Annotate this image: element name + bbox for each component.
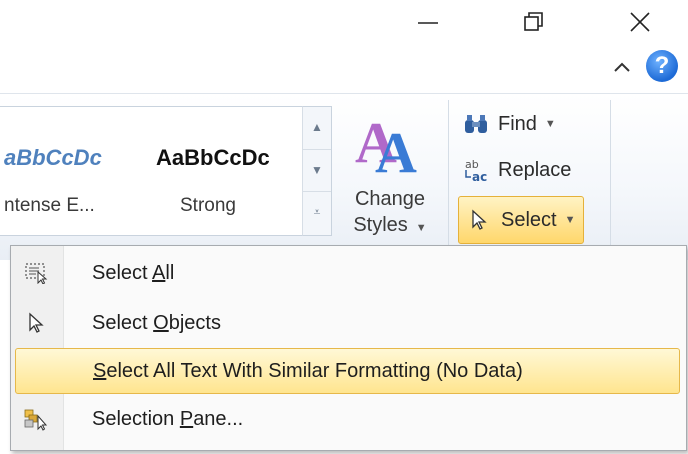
menu-item-label: Select All xyxy=(92,261,175,284)
styles-gallery-scroller: ▲ ▼ ⩡ xyxy=(302,106,332,236)
replace-icon: ab ac xyxy=(460,154,492,186)
group-divider xyxy=(448,100,449,250)
style-label: ntense E... xyxy=(4,195,95,216)
restore-icon xyxy=(524,12,543,31)
select-objects-icon xyxy=(15,300,57,346)
select-dropdown-menu: Select All Select Objects Select All Tex… xyxy=(10,245,687,451)
dropdown-arrow-icon: ▼ xyxy=(544,118,556,130)
select-button[interactable]: Select ▼ xyxy=(458,196,585,244)
change-styles-icon: A A xyxy=(355,110,417,184)
dropdown-arrow-icon: ▼ xyxy=(564,214,576,226)
menu-item-select-all[interactable]: Select All xyxy=(15,250,680,296)
menu-item-select-similar-formatting[interactable]: Select All Text With Similar Formatting … xyxy=(15,348,680,394)
style-preview: AaBbCcDc xyxy=(156,145,270,170)
triangle-down-icon: ▼ xyxy=(311,163,323,177)
menu-item-select-objects[interactable]: Select Objects xyxy=(15,300,680,346)
selection-pane-icon xyxy=(15,396,57,442)
change-styles-label-2: Styles ▼ xyxy=(353,214,427,236)
help-icon: ? xyxy=(654,52,670,79)
minimize-icon xyxy=(418,22,438,24)
minimize-button[interactable] xyxy=(400,4,456,40)
style-intense-emphasis[interactable]: aBbCcDc ntense E... xyxy=(0,107,140,235)
help-button[interactable]: ? xyxy=(646,50,678,82)
dropdown-arrow-icon: ▼ xyxy=(415,222,427,234)
chevron-up-icon xyxy=(614,62,630,72)
change-styles-button[interactable]: A A Change Styles ▼ xyxy=(337,104,443,244)
svg-text:ac: ac xyxy=(472,170,487,184)
gallery-scroll-up-button[interactable]: ▲ xyxy=(303,107,331,147)
replace-button[interactable]: ab ac Replace xyxy=(460,150,571,190)
menu-item-label: Select All Text With Similar Formatting … xyxy=(93,359,523,382)
more-icon: ⩡ xyxy=(313,204,321,219)
menu-item-label: Select Objects xyxy=(92,311,221,334)
cursor-arrow-icon xyxy=(463,204,495,236)
gallery-scroll-down-button[interactable]: ▼ xyxy=(303,149,331,190)
binoculars-icon xyxy=(460,108,492,140)
close-icon xyxy=(630,12,650,32)
change-styles-label-1: Change xyxy=(354,188,426,210)
replace-label: Replace xyxy=(498,158,572,181)
close-button[interactable] xyxy=(612,4,668,40)
select-label: Select xyxy=(501,208,557,231)
style-preview: aBbCcDc xyxy=(4,145,102,170)
menu-item-selection-pane[interactable]: Selection Pane... xyxy=(15,396,680,442)
style-strong[interactable]: AaBbCcDc Strong xyxy=(150,107,300,235)
select-all-icon xyxy=(15,250,57,296)
menu-item-label: Selection Pane... xyxy=(92,407,244,430)
find-label: Find xyxy=(498,112,537,135)
group-divider xyxy=(610,100,611,250)
title-bar xyxy=(0,0,688,45)
ribbon-help-row xyxy=(0,45,688,93)
style-label: Strong xyxy=(180,195,236,216)
triangle-up-icon: ▲ xyxy=(311,120,323,134)
svg-text:A: A xyxy=(375,120,417,184)
find-button[interactable]: Find ▼ xyxy=(460,104,556,144)
gallery-more-button[interactable]: ⩡ xyxy=(303,191,331,232)
styles-gallery: aBbCcDc ntense E... AaBbCcDc Strong xyxy=(0,106,303,236)
restore-button[interactable] xyxy=(506,4,562,40)
collapse-ribbon-button[interactable] xyxy=(612,58,632,78)
